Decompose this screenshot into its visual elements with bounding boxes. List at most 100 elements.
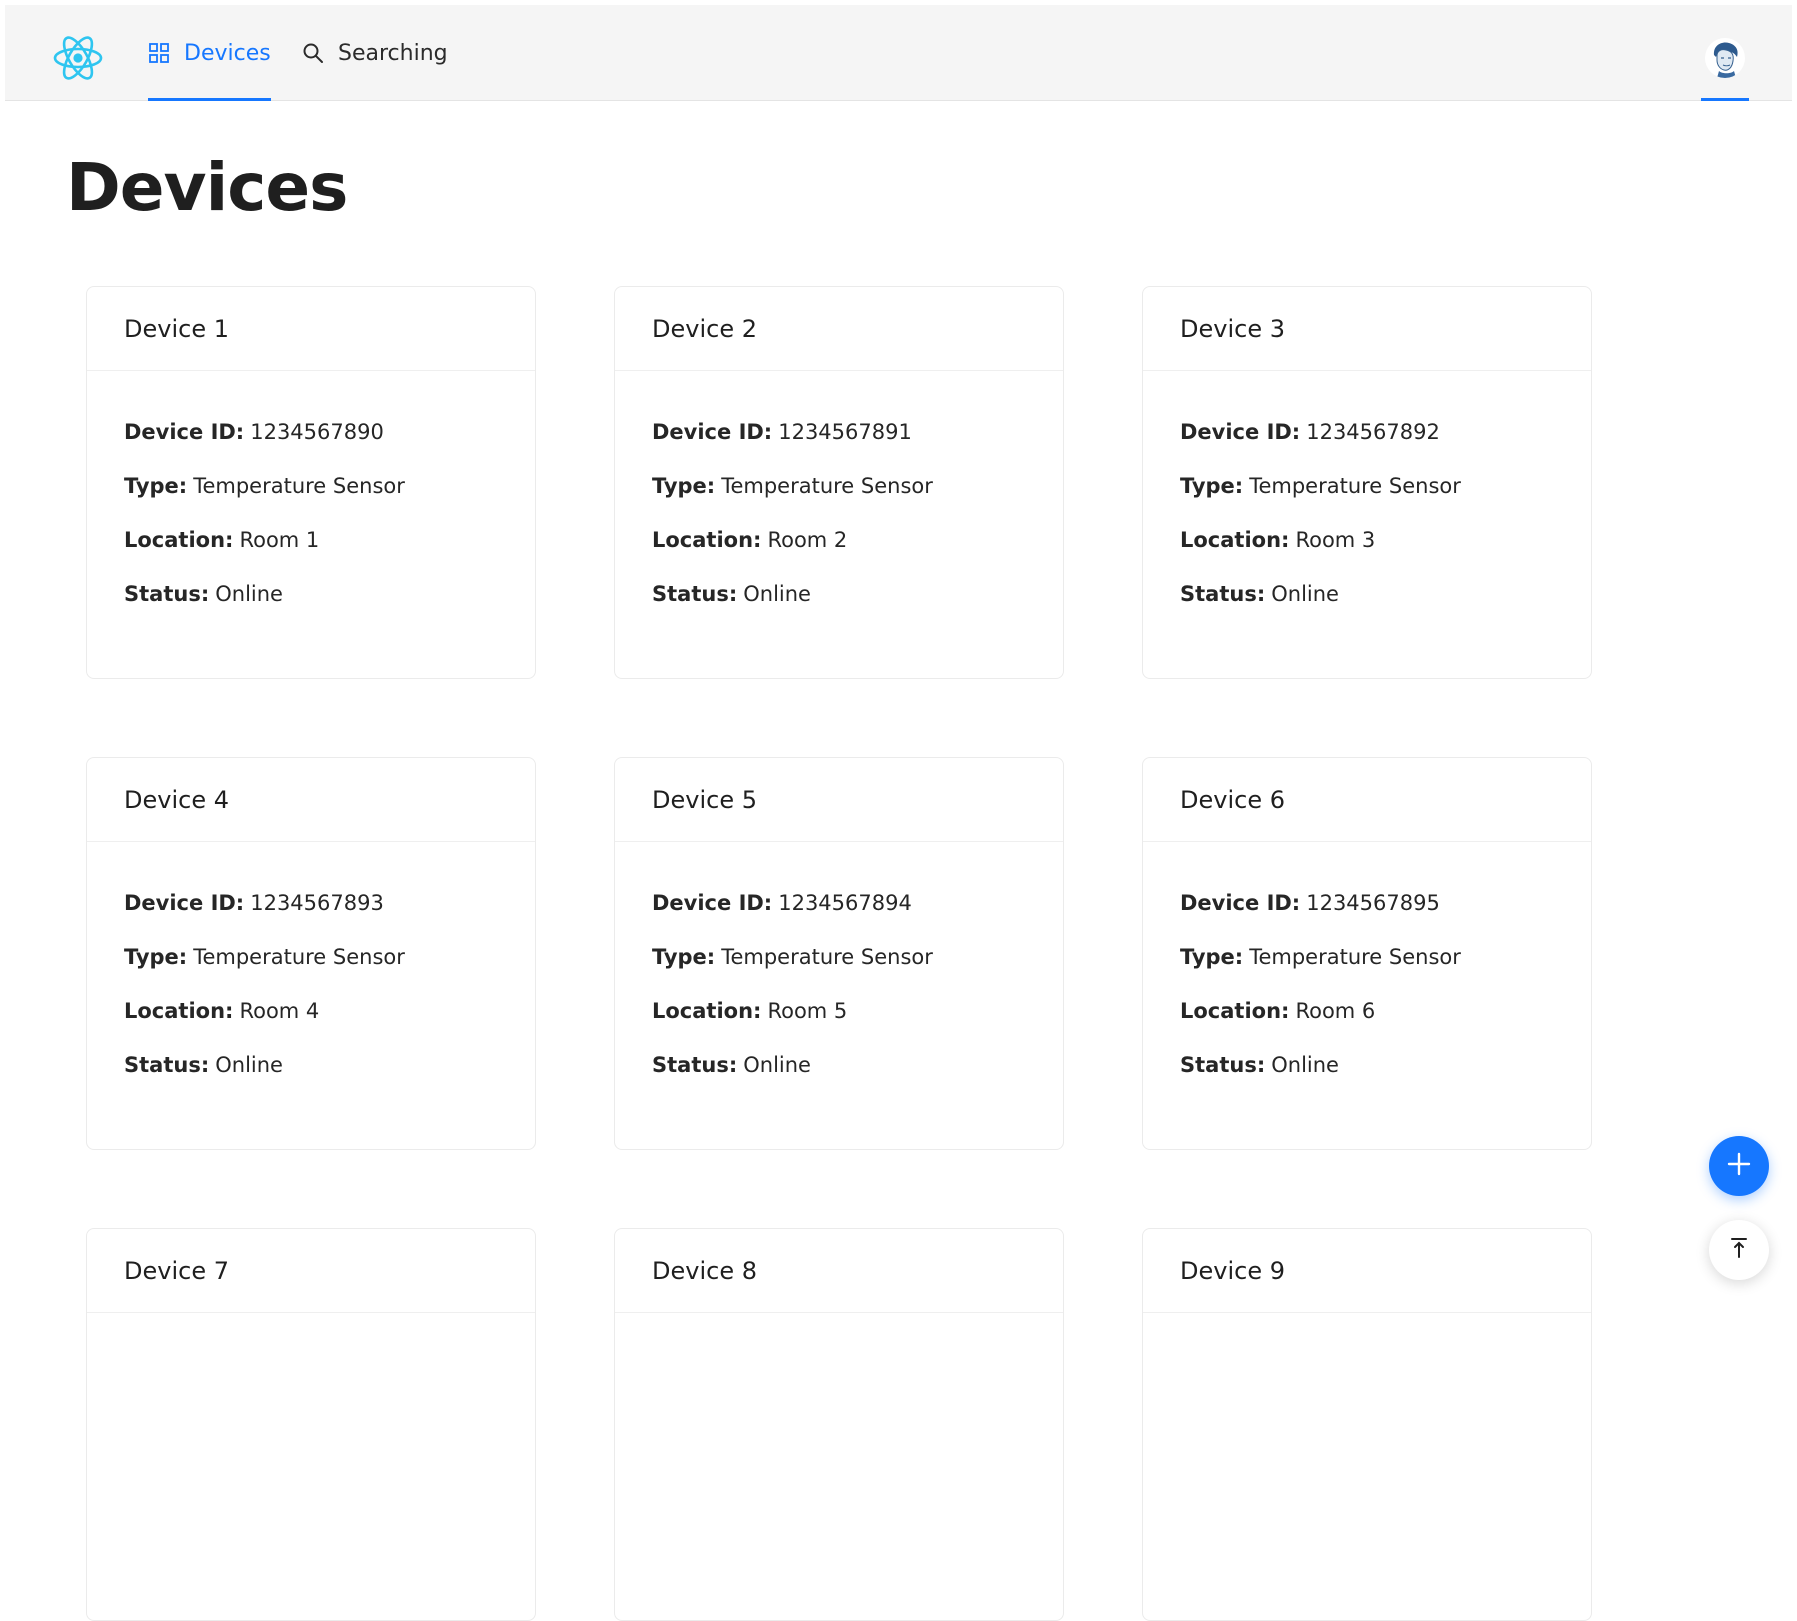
device-card[interactable]: Device 2 Device ID: 1234567891 Type: Tempe… [614, 286, 1064, 679]
device-status-value: Online [215, 1053, 283, 1077]
device-card-title: Device 7 [87, 1229, 535, 1313]
device-status-row: Status: Online [124, 579, 498, 609]
device-id-label: Device ID: [1180, 420, 1301, 444]
device-status-value: Online [743, 1053, 811, 1077]
back-to-top-button[interactable] [1709, 1220, 1769, 1280]
device-location-value: Room 3 [1295, 528, 1376, 552]
device-id-label: Device ID: [1180, 891, 1301, 915]
device-status-value: Online [215, 582, 283, 606]
device-card-title: Device 8 [615, 1229, 1063, 1313]
device-id-row: Device ID: 1234567894 [652, 888, 1026, 918]
device-card-title: Device 5 [615, 758, 1063, 842]
device-location-value: Room 6 [1295, 999, 1376, 1023]
device-type-value: Temperature Sensor [1249, 474, 1461, 498]
device-location-label: Location: [1180, 999, 1290, 1023]
device-type-row: Type: Temperature Sensor [124, 471, 498, 501]
device-grid: Device 1 Device ID: 1234567890 Type: Tempe… [86, 286, 1596, 1621]
react-logo-icon[interactable] [51, 31, 105, 85]
device-status-row: Status: Online [124, 1050, 498, 1080]
device-type-value: Temperature Sensor [721, 474, 933, 498]
device-card[interactable]: Device 6 Device ID: 1234567895 Type: Tempe… [1142, 757, 1592, 1150]
device-location-value: Room 5 [767, 999, 848, 1023]
device-id-value: 1234567893 [250, 891, 384, 915]
device-id-label: Device ID: [652, 891, 773, 915]
device-type-row: Type: Temperature Sensor [652, 942, 1026, 972]
device-status-label: Status: [124, 1053, 210, 1077]
device-location-value: Room 2 [767, 528, 848, 552]
device-location-label: Location: [124, 999, 234, 1023]
device-type-label: Type: [124, 945, 188, 969]
plus-icon [1726, 1151, 1752, 1181]
device-id-value: 1234567891 [778, 420, 912, 444]
device-location-label: Location: [652, 528, 762, 552]
device-location-label: Location: [652, 999, 762, 1023]
device-card-title: Device 1 [87, 287, 535, 371]
device-location-row: Location: Room 3 [1180, 525, 1554, 555]
device-card-body: Device ID: 1234567891 Type: Temperature Se… [615, 371, 1063, 609]
device-id-value: 1234567895 [1306, 891, 1440, 915]
device-id-row: Device ID: 1234567893 [124, 888, 498, 918]
device-id-label: Device ID: [124, 891, 245, 915]
search-icon [302, 42, 324, 64]
device-location-row: Location: Room 4 [124, 996, 498, 1026]
device-card-body: Device ID: 1234567895 Type: Temperature Se… [1143, 842, 1591, 1080]
user-avatar [1705, 38, 1745, 78]
device-location-row: Location: Room 2 [652, 525, 1026, 555]
device-card-title: Device 3 [1143, 287, 1591, 371]
device-status-label: Status: [652, 582, 738, 606]
device-id-row: Device ID: 1234567892 [1180, 417, 1554, 447]
device-type-value: Temperature Sensor [1249, 945, 1461, 969]
device-card[interactable]: Device 8 [614, 1228, 1064, 1621]
device-status-row: Status: Online [1180, 1050, 1554, 1080]
device-card-title: Device 2 [615, 287, 1063, 371]
device-status-value: Online [1271, 1053, 1339, 1077]
device-location-label: Location: [124, 528, 234, 552]
device-status-row: Status: Online [652, 1050, 1026, 1080]
device-location-value: Room 4 [239, 999, 320, 1023]
device-type-label: Type: [652, 945, 716, 969]
device-location-row: Location: Room 5 [652, 996, 1026, 1026]
device-type-row: Type: Temperature Sensor [124, 942, 498, 972]
device-status-value: Online [743, 582, 811, 606]
device-type-row: Type: Temperature Sensor [652, 471, 1026, 501]
device-card-body: Device ID: 1234567890 Type: Temperature Se… [87, 371, 535, 609]
device-id-row: Device ID: 1234567895 [1180, 888, 1554, 918]
device-id-label: Device ID: [652, 420, 773, 444]
device-type-row: Type: Temperature Sensor [1180, 471, 1554, 501]
device-card-body: Device ID: 1234567893 Type: Temperature Se… [87, 842, 535, 1080]
device-status-label: Status: [1180, 582, 1266, 606]
device-card[interactable]: Device 1 Device ID: 1234567890 Type: Tempe… [86, 286, 536, 679]
device-card[interactable]: Device 9 [1142, 1228, 1592, 1621]
device-card-title: Device 9 [1143, 1229, 1591, 1313]
device-card-body: Device ID: 1234567894 Type: Temperature Se… [615, 842, 1063, 1080]
device-status-row: Status: Online [652, 579, 1026, 609]
device-card[interactable]: Device 3 Device ID: 1234567892 Type: Tempe… [1142, 286, 1592, 679]
device-card[interactable]: Device 7 [86, 1228, 536, 1621]
user-menu[interactable] [1701, 5, 1749, 101]
device-id-row: Device ID: 1234567890 [124, 417, 498, 447]
device-type-label: Type: [1180, 945, 1244, 969]
device-status-label: Status: [652, 1053, 738, 1077]
device-type-value: Temperature Sensor [193, 945, 405, 969]
nav-devices[interactable]: Devices [148, 5, 271, 101]
appstore-icon [148, 42, 170, 64]
device-card-title: Device 6 [1143, 758, 1591, 842]
device-location-value: Room 1 [239, 528, 320, 552]
device-card[interactable]: Device 5 Device ID: 1234567894 Type: Tempe… [614, 757, 1064, 1150]
device-id-row: Device ID: 1234567891 [652, 417, 1026, 447]
device-card[interactable]: Device 4 Device ID: 1234567893 Type: Tempe… [86, 757, 536, 1150]
device-card-body: Device ID: 1234567892 Type: Temperature Se… [1143, 371, 1591, 609]
device-status-label: Status: [1180, 1053, 1266, 1077]
device-type-value: Temperature Sensor [193, 474, 405, 498]
device-location-label: Location: [1180, 528, 1290, 552]
device-type-label: Type: [1180, 474, 1244, 498]
add-device-button[interactable] [1709, 1136, 1769, 1196]
back-to-top-icon [1727, 1236, 1751, 1264]
device-id-value: 1234567892 [1306, 420, 1440, 444]
device-location-row: Location: Room 1 [124, 525, 498, 555]
nav-searching-label: Searching [338, 40, 448, 66]
device-card-title: Device 4 [87, 758, 535, 842]
device-status-value: Online [1271, 582, 1339, 606]
nav-searching[interactable]: Searching [302, 5, 448, 101]
device-type-label: Type: [124, 474, 188, 498]
